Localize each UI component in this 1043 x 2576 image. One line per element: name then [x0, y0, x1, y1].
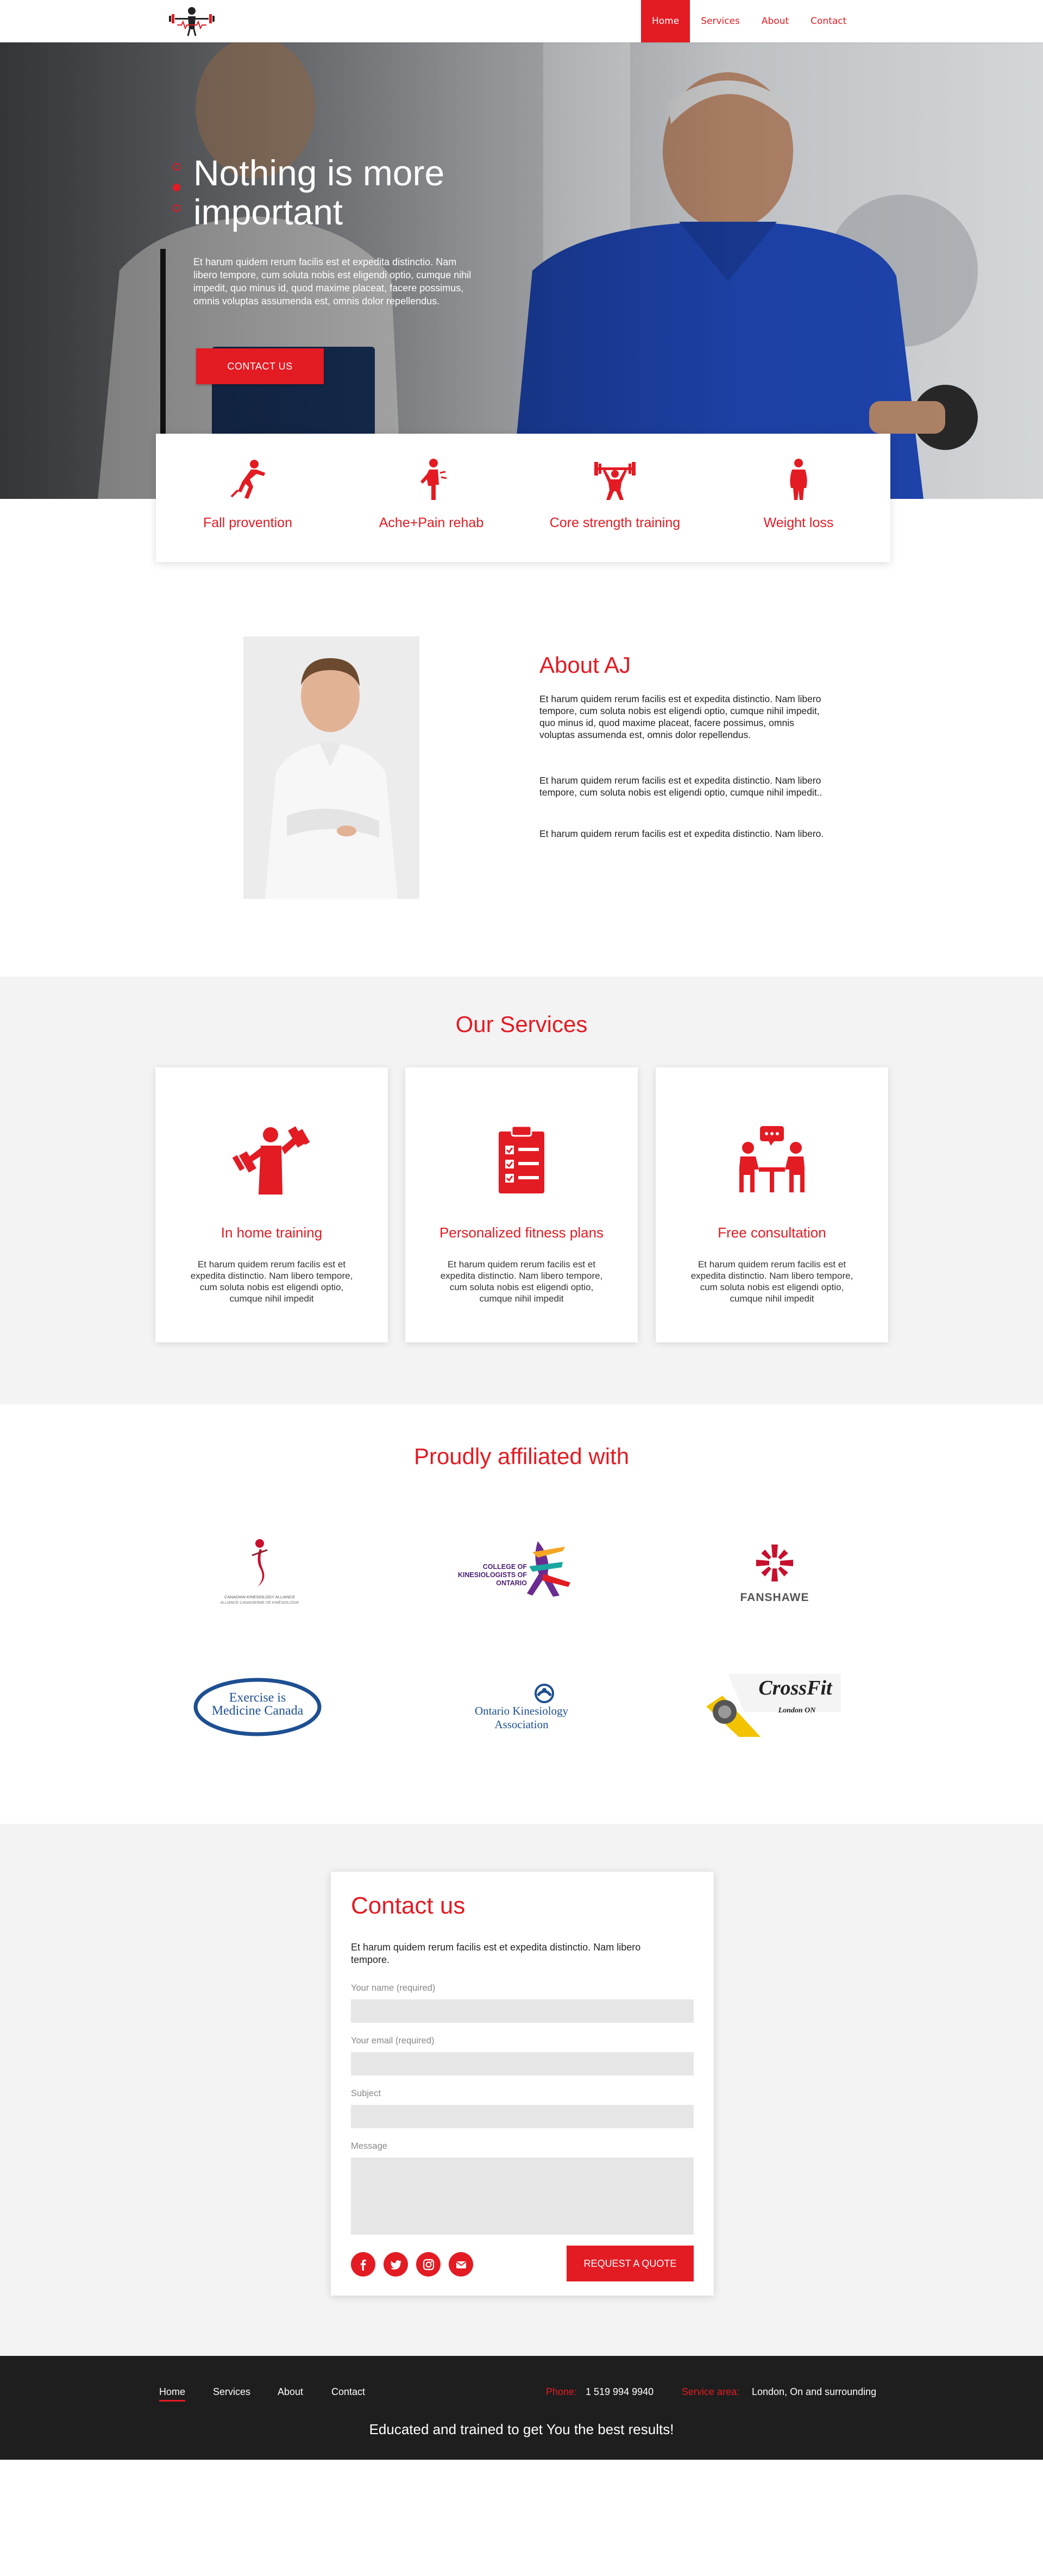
- falling-person-icon: [230, 460, 265, 499]
- nav-home[interactable]: Home: [641, 0, 690, 42]
- feature-label: Core strength training: [549, 515, 681, 530]
- service-area: London, On and surrounding: [752, 2386, 877, 2397]
- feature-weight-loss[interactable]: Weight loss: [707, 434, 890, 562]
- logo-text: CrossFit: [758, 1677, 832, 1699]
- instagram-icon[interactable]: [416, 2252, 441, 2277]
- footer-link-contact[interactable]: Contact: [331, 2386, 365, 2398]
- services-section: Our Services In home training Et harum q…: [0, 977, 1043, 1404]
- crossfit-london-logo[interactable]: CrossFit London ON: [706, 1674, 841, 1737]
- slider-dot-3[interactable]: [173, 204, 180, 212]
- logo-text: COLLEGE OF KINESIOLOGISTS OF ONTARIO: [457, 1563, 527, 1587]
- service-card-in-home-training[interactable]: In home training Et harum quidem rerum f…: [155, 1067, 388, 1342]
- logo-text: CANADIAN KINESIOLOGY ALLIANCE: [224, 1595, 295, 1599]
- footer-link-about[interactable]: About: [278, 2386, 303, 2398]
- top-navigation: Home Services About Contact: [0, 0, 1043, 42]
- service-area-label: Service area:: [682, 2386, 740, 2397]
- feature-pain-rehab[interactable]: Ache+Pain rehab: [340, 434, 523, 562]
- site-logo[interactable]: [166, 5, 217, 37]
- service-title: In home training: [221, 1224, 323, 1241]
- ontario-kinesiology-association-logo[interactable]: Ontario Kinesiology Association: [451, 1681, 592, 1736]
- services-title: Our Services: [455, 1011, 588, 1037]
- consultation-icon: [739, 1126, 805, 1192]
- footer-link-home[interactable]: Home: [159, 2386, 186, 2402]
- name-field[interactable]: [351, 1999, 694, 2023]
- footer: Home Services About Contact Phone: 1 519…: [0, 2356, 1043, 2460]
- hero-title: Nothing is more important: [193, 153, 445, 232]
- about-paragraph-1: Et harum quidem rerum facilis est et exp…: [539, 693, 821, 740]
- dumbbell-trainer-icon: [232, 1126, 310, 1195]
- footer-tagline: Educated and trained to get You the best…: [369, 2421, 674, 2437]
- feature-label: Fall provention: [203, 515, 292, 530]
- hero-overlay: [0, 42, 1043, 499]
- feature-label: Weight loss: [763, 515, 834, 530]
- affiliates-title: Proudly affiliated with: [413, 1443, 630, 1469]
- email-field[interactable]: [351, 2052, 694, 2075]
- twitter-icon[interactable]: [384, 2252, 408, 2277]
- weightlifter-icon: [594, 462, 636, 500]
- facebook-icon[interactable]: [351, 2252, 375, 2277]
- body-silhouette-icon: [790, 459, 807, 500]
- exercise-is-medicine-logo[interactable]: Exercise is Medicine Canada: [193, 1677, 322, 1737]
- email-icon[interactable]: [449, 2252, 473, 2277]
- college-of-kinesiologists-logo[interactable]: COLLEGE OF KINESIOLOGISTS OF ONTARIO: [456, 1536, 587, 1601]
- feature-fall-prevention[interactable]: Fall provention: [156, 434, 340, 562]
- contact-intro: Et harum quidem rerum facilis est et exp…: [351, 1942, 641, 1965]
- about-title: About AJ: [539, 652, 631, 678]
- service-text: Et harum quidem rerum facilis est et exp…: [440, 1259, 603, 1304]
- service-text: Et harum quidem rerum facilis est et exp…: [190, 1259, 353, 1304]
- message-label: Message: [351, 2141, 387, 2151]
- phone-label: Phone:: [546, 2386, 577, 2397]
- contact-title: Contact us: [351, 1892, 466, 1919]
- main-menu: Home Services About Contact: [641, 0, 857, 42]
- service-title: Free consultation: [718, 1224, 826, 1241]
- nav-contact[interactable]: Contact: [800, 0, 857, 42]
- slider-dot-2[interactable]: [173, 184, 180, 191]
- logo-text: Exercise is Medicine Canada: [211, 1691, 304, 1718]
- logo-text: Ontario Kinesiology Association: [474, 1704, 569, 1731]
- hero-text: Et harum quidem rerum facilis est et exp…: [193, 257, 472, 307]
- canadian-kinesiology-alliance-logo[interactable]: CANADIAN KINESIOLOGY ALLIANCE ALLIANCE C…: [211, 1534, 309, 1609]
- contact-form-card: Contact us Et harum quidem rerum facilis…: [331, 1872, 714, 2296]
- phone-number[interactable]: 1 519 994 9940: [586, 2386, 654, 2398]
- service-card-fitness-plans[interactable]: Personalized fitness plans Et harum quid…: [405, 1067, 638, 1342]
- feature-label: Ache+Pain rehab: [379, 515, 484, 530]
- nav-about[interactable]: About: [751, 0, 800, 42]
- back-pain-icon: [420, 459, 447, 500]
- request-quote-button[interactable]: REQUEST A QUOTE: [567, 2246, 694, 2281]
- slider-dot-1[interactable]: [173, 163, 180, 171]
- feature-core-strength[interactable]: Core strength training: [523, 434, 707, 562]
- slider-dots: [173, 163, 180, 225]
- footer-link-services[interactable]: Services: [213, 2386, 250, 2398]
- trainer-photo: [243, 636, 419, 899]
- email-label: Your email (required): [351, 2036, 435, 2046]
- contact-section: Contact us Et harum quidem rerum facilis…: [0, 1824, 1043, 2356]
- service-card-free-consultation[interactable]: Free consultation Et harum quidem rerum …: [656, 1067, 888, 1342]
- subject-label: Subject: [351, 2089, 381, 2098]
- nav-services[interactable]: Services: [690, 0, 751, 42]
- clipboard-checklist-icon: [499, 1125, 544, 1193]
- service-text: Et harum quidem rerum facilis est et exp…: [690, 1259, 853, 1304]
- about-paragraph-3: Et harum quidem rerum facilis est et exp…: [539, 828, 824, 839]
- logo-text: FANSHAWE: [740, 1591, 809, 1604]
- fanshawe-logo[interactable]: FANSHAWE: [726, 1541, 824, 1606]
- logo-subtext: London ON: [778, 1706, 816, 1715]
- hero-banner: Nothing is more important Et harum quide…: [0, 42, 1043, 499]
- about-paragraph-2: Et harum quidem rerum facilis est et exp…: [539, 775, 822, 798]
- logo-subtext: ALLIANCE CANADIENNE DE KINÉSIOLOGIE: [220, 1601, 299, 1605]
- message-field[interactable]: [351, 2158, 694, 2235]
- subject-field[interactable]: [351, 2105, 694, 2128]
- name-label: Your name (required): [351, 1983, 436, 1993]
- features-bar: Fall provention Ache+Pain rehab Core str…: [156, 434, 890, 562]
- service-title: Personalized fitness plans: [439, 1224, 604, 1241]
- contact-us-button[interactable]: CONTACT US: [196, 348, 324, 384]
